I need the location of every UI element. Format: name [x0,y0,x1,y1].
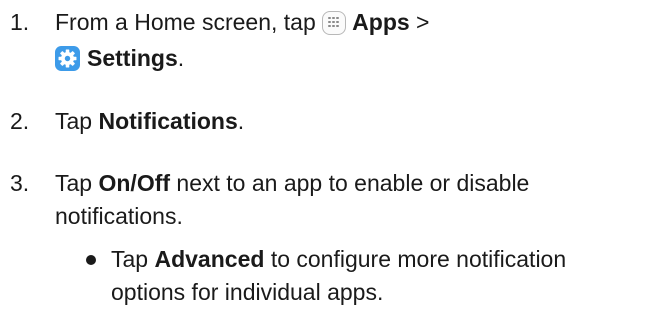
instruction-document: 1. From a Home screen, tap Apps > Settin… [0,0,655,316]
period: . [237,108,245,134]
apps-label: Apps [352,9,410,35]
settings-gear-icon [55,46,80,71]
advanced-label: Advanced [154,246,265,272]
step-number: 1. [10,9,30,35]
settings-label: Settings [87,45,178,71]
separator: > [416,9,430,35]
step-text: From a Home screen, tap [55,9,316,35]
step-1-line-2: Settings. [55,42,184,74]
step-number: 2. [10,108,30,134]
bullet-text: Tap [111,246,149,272]
bullet-dot [86,255,96,265]
step-text: notifications. [55,203,183,229]
on-off-label: On/Off [98,170,171,196]
step-text: next to an app to enable or disable [176,170,530,196]
step-text: Tap [55,170,93,196]
bullet-text: to configure more notification [270,246,567,272]
step-1-line-1: From a Home screen, tap Apps > [55,6,429,38]
period: . [177,45,185,71]
step-3-line-2: notifications. [55,200,183,232]
bullet-line-1: Tap Advanced to configure more notificat… [111,243,566,275]
apps-icon [322,11,347,35]
step-number: 3. [10,170,30,196]
bullet-text: options for individual apps. [111,279,384,305]
bullet-line-2: options for individual apps. [111,276,383,308]
notifications-label: Notifications [98,108,238,134]
step-2-line-1: Tap Notifications. [55,105,244,137]
step-3-line-1: Tap On/Off next to an app to enable or d… [55,167,529,199]
step-text: Tap [55,108,93,134]
